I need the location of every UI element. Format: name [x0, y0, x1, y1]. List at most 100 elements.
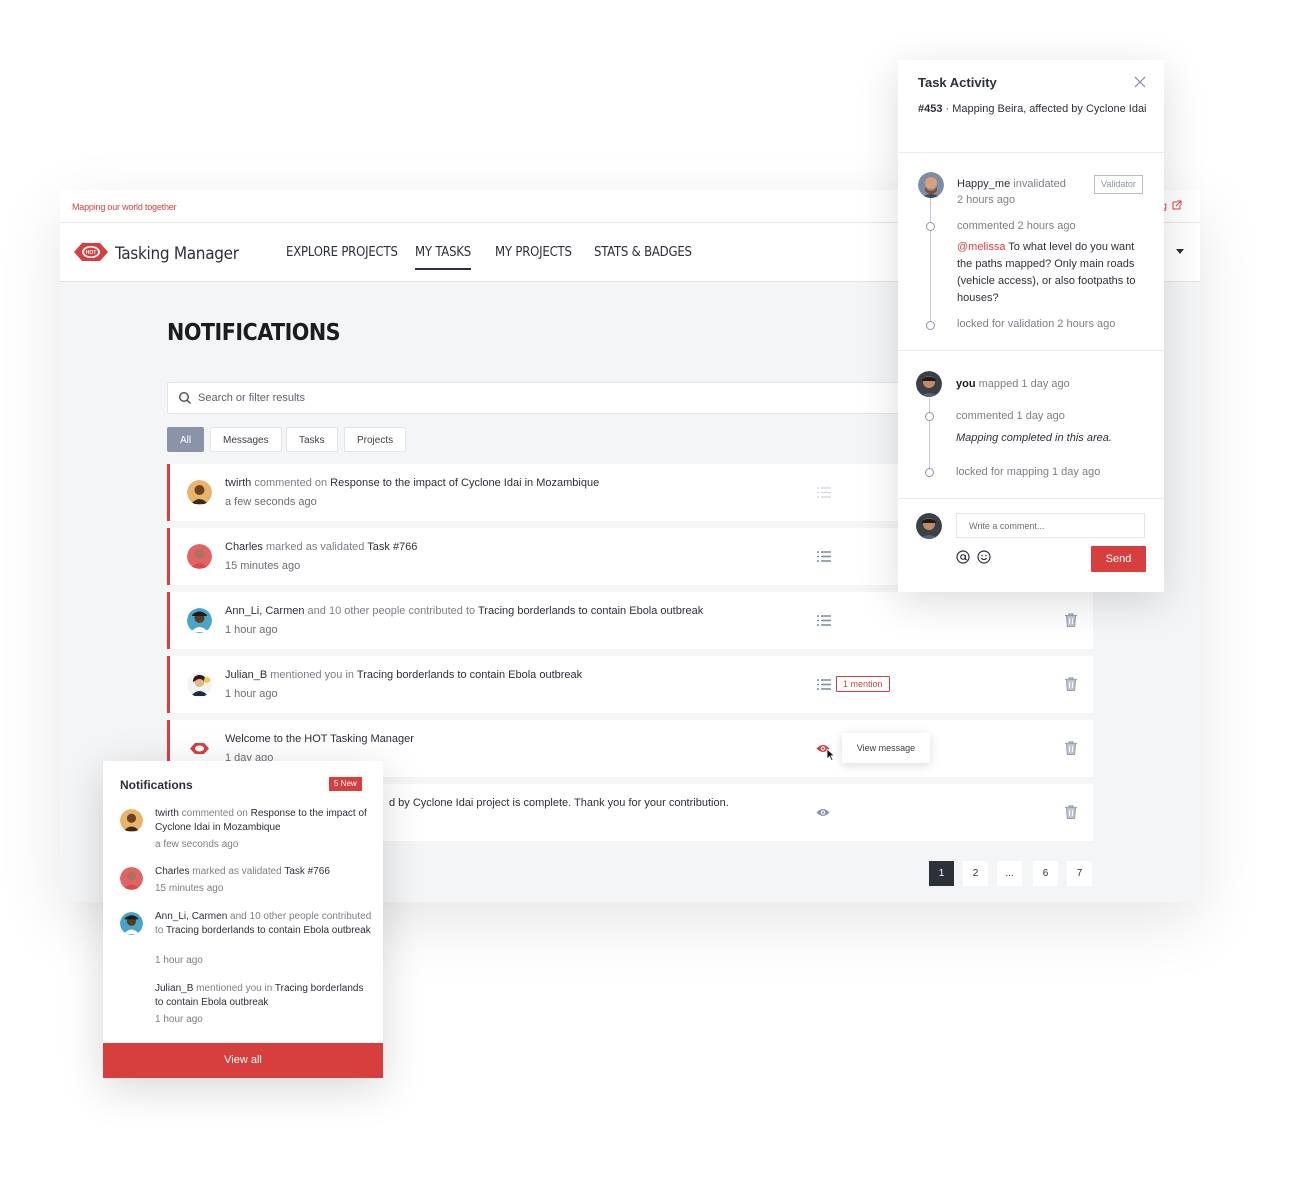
- notification-time: 15 minutes ago: [225, 560, 301, 572]
- cursor-icon: [826, 748, 836, 761]
- new-count-badge: 5 New: [329, 777, 362, 791]
- notification-target: Tracing borderlands to contain Ebola out…: [478, 605, 704, 617]
- dropdown-item-time: 15 minutes ago: [155, 883, 224, 894]
- avatar: [187, 672, 212, 697]
- filter-tasks[interactable]: Tasks: [286, 427, 338, 452]
- page-button[interactable]: 6: [1033, 861, 1058, 886]
- activity-time: 2 hours ago: [957, 194, 1016, 206]
- nav-stats-badges[interactable]: STATS & BADGES: [594, 245, 692, 260]
- external-link-icon: [1172, 200, 1182, 210]
- timeline-dot: [926, 321, 935, 330]
- list-icon[interactable]: [817, 551, 831, 562]
- trash-icon[interactable]: [1065, 677, 1077, 691]
- avatar: [918, 172, 944, 198]
- search-box[interactable]: [167, 382, 927, 414]
- hot-logo-icon[interactable]: HOT: [72, 239, 110, 265]
- dropdown-item[interactable]: Ann_Li, Carmen and 10 other people contr…: [155, 910, 373, 938]
- notification-row[interactable]: Ann_Li, Carmen and 10 other people contr…: [167, 592, 1093, 649]
- list-icon[interactable]: [817, 487, 831, 498]
- nav-my-tasks[interactable]: MY TASKS: [415, 245, 471, 270]
- avatar: [916, 371, 942, 397]
- notification-time: 1 hour ago: [225, 688, 278, 700]
- divider: [898, 152, 1164, 153]
- svg-text:HOT: HOT: [86, 250, 97, 256]
- notification-action: and 10 other people contributed to: [304, 605, 478, 617]
- list-icon[interactable]: [817, 615, 831, 626]
- timeline-line: [930, 198, 931, 326]
- mention-badge: 1 mention: [836, 676, 890, 692]
- notification-action: commented on: [251, 477, 331, 489]
- timeline-dot: [926, 222, 935, 231]
- trash-icon[interactable]: [1065, 613, 1077, 627]
- notification-row[interactable]: Julian_B mentioned you in Tracing border…: [167, 656, 1093, 713]
- emoji-icon[interactable]: [977, 550, 991, 564]
- lock-event: locked for validation 2 hours ago: [957, 318, 1116, 330]
- comment-meta: commented 1 day ago: [956, 410, 1065, 422]
- notification-target: Task #766: [367, 541, 418, 553]
- dropdown-item-time: 1 hour ago: [155, 1014, 203, 1025]
- dropdown-item[interactable]: Julian_B mentioned you in Tracing border…: [155, 982, 373, 1010]
- dropdown-item[interactable]: Charles marked as validated Task #766: [155, 865, 373, 879]
- page-button[interactable]: 1: [929, 861, 954, 886]
- view-all-button[interactable]: View all: [103, 1043, 383, 1078]
- notifications-dropdown: Notifications 5 New twirth commented on …: [103, 761, 383, 1078]
- search-input[interactable]: [198, 383, 898, 413]
- search-icon: [178, 391, 191, 404]
- view-message-tooltip: View message: [842, 733, 930, 763]
- nav-my-projects[interactable]: MY PROJECTS: [495, 245, 572, 260]
- close-icon[interactable]: [1134, 76, 1146, 88]
- notification-user: Ann_Li, Carmen: [225, 605, 305, 617]
- mention-at-icon[interactable]: [956, 550, 970, 564]
- dropdown-title: Notifications: [120, 778, 193, 792]
- page-ellipsis: ...: [997, 861, 1022, 886]
- notification-action: marked as validated: [262, 541, 368, 553]
- comment-input[interactable]: [956, 513, 1145, 538]
- page-button[interactable]: 7: [1067, 861, 1092, 886]
- dropdown-item-time: 1 hour ago: [155, 955, 203, 966]
- activity-user: you: [956, 378, 976, 390]
- avatar: [120, 912, 143, 935]
- trash-icon[interactable]: [1065, 805, 1077, 819]
- dropdown-item[interactable]: twirth commented on Response to the impa…: [155, 807, 373, 835]
- avatar: [120, 809, 143, 832]
- divider: [898, 498, 1164, 499]
- comment-body: @melissa To what level do you want the p…: [957, 241, 1136, 304]
- notification-time: a few seconds ago: [225, 496, 317, 508]
- lock-event: locked for mapping 1 day ago: [956, 466, 1101, 478]
- comment-body: Mapping completed in this area.: [956, 432, 1112, 444]
- divider: [898, 350, 1164, 351]
- send-button[interactable]: Send: [1091, 546, 1146, 572]
- filter-messages[interactable]: Messages: [210, 427, 282, 452]
- avatar: [916, 513, 942, 539]
- page-button[interactable]: 2: [963, 861, 988, 886]
- nav-explore-projects[interactable]: EXPLORE PROJECTS: [286, 245, 398, 260]
- eye-icon[interactable]: [816, 807, 830, 818]
- notification-action: mentioned you in: [267, 669, 357, 681]
- avatar: [187, 544, 212, 569]
- role-badge: Validator: [1094, 175, 1143, 194]
- comment-meta: commented 2 hours ago: [957, 220, 1076, 232]
- list-icon[interactable]: [817, 679, 831, 690]
- tagline: Mapping our world together: [72, 202, 177, 212]
- notification-user: Charles: [225, 541, 263, 553]
- user-menu-caret-icon[interactable]: [1176, 249, 1184, 254]
- avatar: [120, 867, 143, 890]
- hot-logo-icon: [187, 736, 212, 761]
- timeline-dot: [925, 468, 934, 477]
- avatar: [187, 608, 212, 633]
- app-name[interactable]: Tasking Manager: [115, 244, 239, 264]
- notification-user: twirth: [225, 477, 252, 489]
- notification-target: Response to the impact of Cyclone Idai i…: [330, 477, 600, 489]
- timeline-dot: [925, 412, 934, 421]
- notification-user: d by Cyclone Idai project is complete. T…: [389, 797, 729, 809]
- notification-time: 1 hour ago: [225, 624, 278, 636]
- task-subtitle: #453 · Mapping Beira, affected by Cyclon…: [918, 103, 1147, 115]
- page-title: NOTIFICATIONS: [167, 320, 341, 346]
- avatar: [187, 480, 212, 505]
- notification-user: Julian_B: [225, 669, 268, 681]
- notification-user: Welcome to the HOT Tasking Manager: [225, 733, 414, 745]
- timeline-line: [929, 398, 930, 472]
- trash-icon[interactable]: [1065, 741, 1077, 755]
- filter-projects[interactable]: Projects: [344, 427, 407, 452]
- filter-all[interactable]: All: [167, 427, 205, 452]
